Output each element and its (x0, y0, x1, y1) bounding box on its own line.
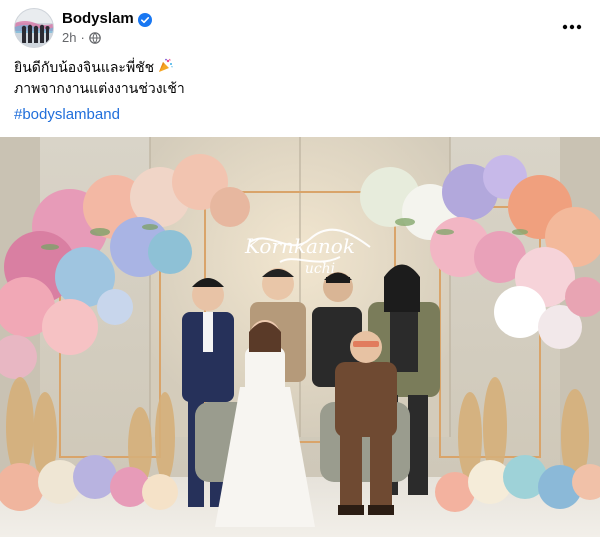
post-menu-button[interactable] (558, 12, 586, 36)
more-horizontal-icon (562, 15, 582, 34)
post-meta: 2h · (62, 30, 101, 45)
meta-separator: · (80, 30, 85, 45)
post-photo[interactable]: Kornkanok uchi (0, 137, 600, 537)
facebook-post: Bodyslam 2h · ยินดีกับน้องจินและพี่ชัช ภ… (0, 0, 600, 537)
avatar-image (15, 9, 53, 47)
hashtag-link[interactable]: #bodyslamband (14, 106, 120, 123)
party-popper-icon (157, 58, 173, 74)
avatar[interactable] (14, 8, 54, 48)
post-caption: ยินดีกับน้องจินและพี่ชัช ภาพจากงานแต่งงา… (14, 58, 574, 100)
globe-icon[interactable] (89, 31, 101, 44)
name-row: Bodyslam (62, 10, 152, 27)
caption-line-2: ภาพจากงานแต่งงานช่วงเช้า (14, 81, 185, 97)
wedding-photo: Kornkanok uchi (0, 137, 600, 537)
caption-text-1: ยินดีกับน้องจินและพี่ชัช (14, 60, 155, 76)
neon-sign-line-1: Kornkanok (244, 234, 355, 258)
page-name[interactable]: Bodyslam (62, 10, 134, 27)
post-time[interactable]: 2h (62, 30, 76, 45)
caption-line-1: ยินดีกับน้องจินและพี่ชัช (14, 58, 574, 79)
verified-badge-icon (137, 12, 152, 27)
post-header: Bodyslam 2h · (14, 8, 586, 50)
